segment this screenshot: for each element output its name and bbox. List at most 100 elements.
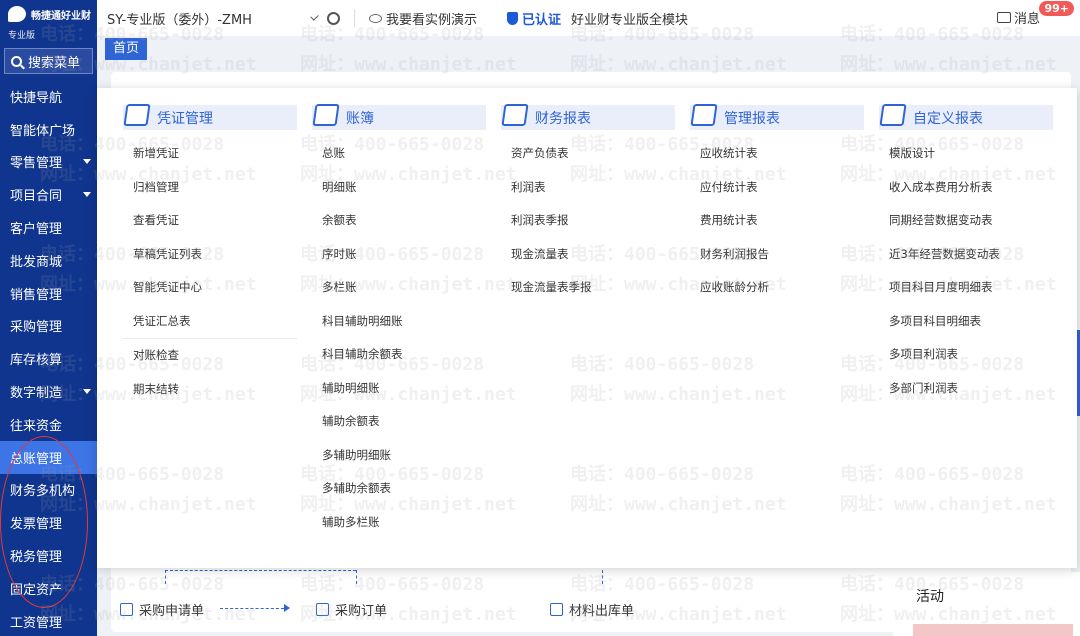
eye-icon	[369, 13, 382, 23]
menu-item[interactable]: 多项目科目明细表	[879, 305, 1053, 339]
menu-item[interactable]: 近3年经营数据变动表	[879, 238, 1053, 272]
menu-item[interactable]: 对账检查	[123, 339, 297, 373]
sidebar-item[interactable]: 客户管理	[0, 211, 97, 244]
sidebar-item[interactable]: 数字制造	[0, 375, 97, 408]
menu-item[interactable]: 费用统计表	[690, 204, 864, 238]
activity-banner[interactable]	[913, 624, 1073, 636]
menu-item[interactable]: 同期经营数据变动表	[879, 204, 1053, 238]
menu-item[interactable]: 辅助余额表	[312, 405, 486, 439]
menu-item[interactable]: 应收统计表	[690, 137, 864, 171]
menu-item[interactable]: 期末结转	[123, 373, 297, 407]
sidebar-item[interactable]: 往来资金	[0, 408, 97, 441]
menu-item[interactable]: 智能凭证中心	[123, 271, 297, 305]
menu-item[interactable]: 应付统计表	[690, 171, 864, 205]
menu-column-header: 财务报表	[501, 103, 675, 130]
menu-item[interactable]: 新增凭证	[123, 137, 297, 171]
sidebar-item[interactable]: 税务管理	[0, 539, 97, 572]
menu-item[interactable]: 现金流量表	[501, 238, 675, 272]
menu-item[interactable]: 多辅助明细账	[312, 439, 486, 473]
menu-item[interactable]: 序时账	[312, 238, 486, 272]
sidebar-item[interactable]: 零售管理	[0, 146, 97, 179]
menu-item[interactable]: 资产负债表	[501, 137, 675, 171]
sidebar-item-label: 客户管理	[10, 222, 63, 238]
purchase-order-button[interactable]: 采购订单	[308, 596, 396, 622]
brand: 畅捷通好业财 专业版	[0, 0, 97, 44]
sidebar-item[interactable]: 采购管理	[0, 310, 97, 343]
menu-column-title: 账簿	[346, 110, 374, 127]
messages-button[interactable]: 消息	[996, 8, 1040, 27]
purchase-request-label: 采购申请单	[139, 603, 205, 619]
search-menu-button[interactable]: 搜索菜单	[4, 48, 93, 74]
custom-report-icon	[879, 103, 907, 126]
menu-item[interactable]: 总账	[312, 137, 486, 171]
menu-item[interactable]: 辅助明细账	[312, 372, 486, 406]
menu-item[interactable]: 查看凭证	[123, 204, 297, 238]
certified-status: 已认证	[507, 9, 561, 28]
menu-column-title: 管理报表	[724, 110, 780, 127]
menu-item[interactable]: 项目科目月度明细表	[879, 271, 1053, 305]
menu-column: 管理报表应收统计表 应付统计表 费用统计表 财务利润报告 应收账龄分析	[690, 103, 864, 305]
sidebar-item-label: 销售管理	[10, 287, 63, 303]
menu-item[interactable]: 应收账龄分析	[690, 271, 864, 305]
top-bar: SY-专业版（委外）-ZMH 我要看实例演示 已认证 好业财专业版全模块 消息 …	[97, 0, 1080, 36]
flow-connector	[356, 570, 357, 584]
material-issue-button[interactable]: 材料出库单	[542, 596, 643, 622]
menu-item[interactable]: 利润表	[501, 171, 675, 205]
menu-item[interactable]: 多栏账	[312, 271, 486, 305]
brand-name: 畅捷通好业财	[31, 10, 91, 22]
financial-report-icon	[501, 103, 529, 126]
voucher-icon	[123, 103, 151, 126]
sidebar-item[interactable]: 智能体广场	[0, 113, 97, 146]
menu-item[interactable]: 模版设计	[879, 137, 1053, 171]
menu-item[interactable]: 收入成本费用分析表	[879, 171, 1053, 205]
sidebar-nav: 快捷导航 智能体广场零售管理项目合同客户管理批发商城销售管理采购管理 库存核算 数字制…	[0, 80, 97, 636]
search-menu-label: 搜索菜单	[28, 55, 81, 71]
menu-item[interactable]: 草稿凭证列表	[123, 238, 297, 272]
menu-item[interactable]: 多辅助余额表	[312, 472, 486, 506]
sidebar-item[interactable]: 发票管理	[0, 506, 97, 539]
menu-item[interactable]: 余额表	[312, 204, 486, 238]
sidebar-item[interactable]: 工资管理	[0, 605, 97, 636]
menu-item[interactable]: 归档管理	[123, 171, 297, 205]
menu-item[interactable]: 明细账	[312, 171, 486, 205]
purchase-request-button[interactable]: 采购申请单	[112, 596, 213, 622]
menu-item[interactable]: 科目辅助明细账	[312, 305, 486, 339]
menu-column-header: 自定义报表	[879, 103, 1053, 130]
tab-home[interactable]: 首页	[105, 38, 148, 60]
sidebar-item[interactable]: 项目合同	[0, 178, 97, 211]
sidebar-item-label: 零售管理	[10, 156, 63, 172]
sidebar-item[interactable]: 库存核算	[0, 342, 97, 375]
brand-edition: 专业版	[8, 31, 36, 41]
management-report-icon	[690, 103, 718, 126]
menu-item[interactable]: 科目辅助余额表	[312, 338, 486, 372]
sidebar-item[interactable]: 批发商城	[0, 244, 97, 277]
menu-item[interactable]: 多项目利润表	[879, 338, 1053, 372]
menu-item[interactable]: 利润表季报	[501, 204, 675, 238]
menu-column: 财务报表资产负债表 利润表 利润表季报 现金流量表 现金流量表季报	[501, 103, 675, 305]
document-icon	[550, 602, 563, 616]
activity-title: 活动	[916, 589, 944, 605]
settings-icon[interactable]	[327, 11, 340, 25]
menu-item[interactable]: 多部门利润表	[879, 372, 1053, 406]
menu-column-header: 凭证管理	[123, 103, 297, 130]
menu-item[interactable]: 现金流量表季报	[501, 271, 675, 305]
menu-column-header: 账簿	[312, 103, 486, 130]
menu-column: 自定义报表模版设计 收入成本费用分析表 同期经营数据变动表 近3年经营数据变动表 项目科…	[879, 103, 1053, 406]
material-issue-label: 材料出库单	[569, 603, 635, 619]
menu-item[interactable]: 凭证汇总表	[123, 305, 297, 339]
search-icon	[11, 55, 22, 67]
demo-label: 我要看实例演示	[386, 12, 478, 28]
flow-connector	[602, 570, 603, 584]
demo-link[interactable]: 我要看实例演示	[369, 9, 477, 28]
sidebar-item[interactable]: 快捷导航	[0, 80, 97, 113]
sidebar-item[interactable]: 固定资产	[0, 572, 97, 605]
brand-logo-icon	[8, 6, 26, 22]
sidebar-item[interactable]: 总账管理	[0, 440, 97, 474]
tab-bar: 首页	[97, 36, 1080, 62]
sidebar-item[interactable]: 销售管理	[0, 277, 97, 310]
sidebar-item[interactable]: 财务多机构	[0, 474, 97, 507]
menu-item[interactable]: 财务利润报告	[690, 238, 864, 272]
message-icon	[996, 12, 1011, 23]
account-selector[interactable]: SY-专业版（委外）-ZMH	[107, 9, 319, 28]
menu-item[interactable]: 辅助多栏账	[312, 506, 486, 540]
